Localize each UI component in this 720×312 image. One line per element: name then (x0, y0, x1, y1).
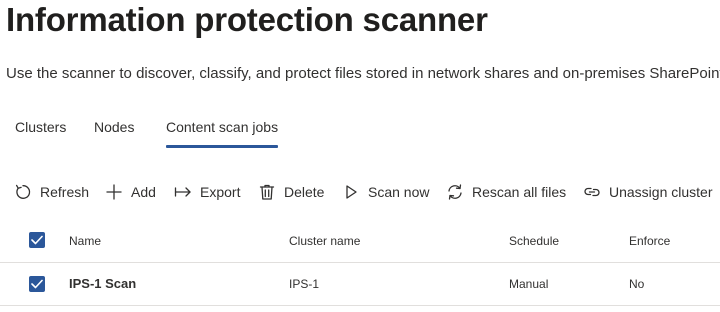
unassign-cluster-label: Unassign cluster (609, 184, 713, 200)
unassign-cluster-button[interactable]: Unassign cluster (583, 176, 713, 208)
rescan-all-label: Rescan all files (472, 184, 567, 200)
select-all-checkbox[interactable] (29, 232, 45, 248)
scan-now-label: Scan now (368, 184, 430, 200)
scanner-page: Information protection scanner Use the s… (0, 0, 720, 312)
checkmark-icon (31, 279, 43, 289)
tab-nodes[interactable]: Nodes (94, 112, 134, 146)
tab-clusters[interactable]: Clusters (15, 112, 66, 146)
cluster-name-cell: IPS-1 (289, 277, 320, 291)
rescan-icon (448, 184, 462, 200)
column-header-cluster-name[interactable]: Cluster name (289, 220, 360, 262)
refresh-icon (15, 184, 31, 199)
plus-icon (106, 184, 122, 200)
schedule-cell: Manual (509, 277, 549, 291)
table-header-row: Name Cluster name Schedule Enforce (0, 220, 720, 263)
delete-label: Delete (284, 184, 325, 200)
job-name-cell[interactable]: IPS-1 Scan (69, 263, 136, 305)
enforce-cell: No (629, 277, 645, 291)
command-bar: Refresh Add Export Delete Scan now Resca… (0, 176, 720, 208)
unlink-icon (584, 187, 600, 197)
add-button[interactable]: Add (105, 176, 156, 208)
delete-button[interactable]: Delete (258, 176, 324, 208)
row-checkbox[interactable] (29, 276, 45, 292)
tab-content-scan-jobs[interactable]: Content scan jobs (166, 112, 279, 148)
table-row[interactable]: IPS-1 Scan IPS-1 Manual No (0, 263, 720, 306)
refresh-label: Refresh (40, 184, 90, 200)
export-arrow-icon (174, 187, 191, 197)
column-header-enforce[interactable]: Enforce (629, 220, 670, 262)
page-subtitle: Use the scanner to discover, classify, a… (6, 65, 720, 82)
add-label: Add (131, 184, 156, 200)
trash-icon (259, 184, 275, 200)
checkmark-icon (31, 235, 43, 245)
export-label: Export (200, 184, 241, 200)
page-title: Information protection scanner (6, 1, 488, 38)
column-header-name[interactable]: Name (69, 220, 101, 262)
scan-jobs-table: Name Cluster name Schedule Enforce IPS-1… (0, 220, 720, 306)
column-header-schedule[interactable]: Schedule (509, 220, 559, 262)
scan-now-button[interactable]: Scan now (342, 176, 429, 208)
play-icon (346, 185, 357, 199)
rescan-all-button[interactable]: Rescan all files (446, 176, 566, 208)
refresh-button[interactable]: Refresh (14, 176, 89, 208)
export-button[interactable]: Export (174, 176, 240, 208)
